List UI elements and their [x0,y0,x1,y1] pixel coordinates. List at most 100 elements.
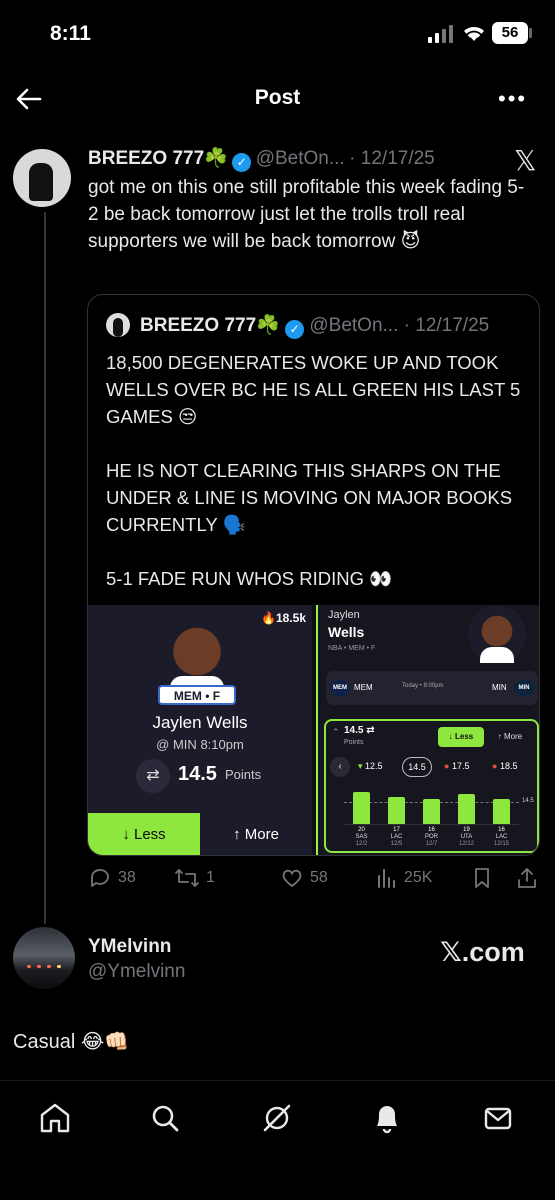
player-first-name: Jaylen [328,609,360,621]
more-options-button[interactable]: ••• [498,86,530,111]
thread-connector [44,212,46,924]
quote-avatar [106,313,130,337]
post-header: BREEZO 777☘️ ✓ @BetOn... · 12/17/25 [88,146,435,172]
view-count: 25K [404,869,433,886]
pick-card-left: 🔥18.5k MEM • F Jaylen Wells @ MIN 8:10pm… [88,605,312,855]
team-logo-mem: MEM [330,680,350,696]
selected-line-chip: 14.5 [402,757,432,777]
quoted-post[interactable]: BREEZO 777☘️ ✓ @BetOn... · 12/17/25 18,5… [87,294,540,856]
quote-handle: @BetOn... [309,315,399,336]
team-b: MIN [492,683,507,692]
prop-detail-panel: ⌃ 14.5 ⇄ Points ↓ Less ↑ More ‹ ▾ 12.5 1… [324,719,539,853]
player-photo [468,605,526,663]
quote-date: · 12/17/25 [403,315,490,336]
recent-games-chart: 14.5 [344,787,534,825]
search-icon[interactable] [147,1100,183,1136]
share-icon[interactable] [516,866,538,890]
author-name[interactable]: BREEZO 777☘️ [88,148,228,169]
post-date: · 12/17/25 [349,148,435,169]
reply-count: 38 [118,869,136,886]
pick-count: 🔥18.5k [261,611,306,625]
verified-badge-icon: ✓ [285,320,305,339]
less-button: ↓ Less [88,813,200,855]
quote-paragraph: HE IS NOT CLEARING THIS SHARPS ON THE UN… [106,460,513,535]
quote-paragraph: 5-1 FADE RUN WHOS RIDING 👀 [106,568,393,589]
grok-icon[interactable] [259,1100,295,1136]
game-time: 8:10pm [200,737,244,752]
repost-count: 1 [206,869,215,886]
matchup: @ MIN 8:10pm [88,737,312,752]
game-bar-label: 16 POR 12/7 [424,827,438,847]
views-action[interactable]: 25K [376,866,432,890]
like-action[interactable]: 58 [280,866,328,890]
quote-paragraph: 18,500 DEGENERATES WOKE UP AND TOOK WELL… [106,352,521,427]
notifications-bell-icon[interactable] [369,1100,405,1136]
reply-action[interactable]: 38 [88,866,136,890]
game-bar [493,798,510,824]
post-actions: 38 1 58 25K [88,866,538,896]
verified-badge-icon: ✓ [232,153,252,172]
game-row: MEM MEM Today • 8:00pm MIN MIN [326,671,538,705]
source-link[interactable]: 𝕏.com [440,937,525,968]
alt-line-chip: ● 18.5 [492,761,518,771]
game-bar-label: 16 LAC 12/15 [493,827,509,847]
like-count: 58 [310,869,328,886]
repost-action[interactable]: 1 [174,866,215,890]
reply-author-handle[interactable]: @Ymelvinn [88,961,185,983]
status-bar: 8:11 56 [0,0,555,70]
less-button: ↓ Less [438,727,484,747]
battery-cap [529,28,532,38]
repost-icon [175,869,199,887]
prop-line: 14.5 ⇄ [344,725,375,736]
game-time: Today • 8:00pm [402,683,444,689]
prop-line: 14.5 [178,763,217,785]
recent-games-labels: 20 SAS 12/2 17 LAC 12/5 16 POR 12/7 19 UTA 12/12 16 L… [344,827,519,853]
battery-indicator: 56 [492,22,528,44]
bet-screenshot-image: 🔥18.5k MEM • F Jaylen Wells @ MIN 8:10pm… [88,605,539,855]
x-logo-icon: 𝕏 [514,144,537,177]
post-text: got me on this one still profitable this… [88,177,525,252]
views-icon [378,869,395,888]
wifi-icon [464,26,484,41]
messages-icon[interactable] [480,1100,516,1136]
page-title: Post [254,86,301,109]
status-time: 8:11 [50,22,91,45]
player-name: Jaylen Wells [152,713,248,732]
player-meta: NBA • MEM • F [328,645,376,652]
home-icon[interactable] [37,1100,73,1136]
pick-card-right: Jaylen Wells NBA • MEM • F MEM MEM Today… [316,605,539,855]
quote-text: 18,500 DEGENERATES WOKE UP AND TOOK WELL… [106,349,526,592]
alt-line-chip: ● 17.5 [444,761,470,771]
game-bar-label: 19 UTA 12/12 [458,827,474,847]
more-button: ↑ More [200,813,312,855]
author-handle[interactable]: @BetOn... [256,148,345,169]
game-bar [388,797,405,824]
scroll-left-icon: ‹ [330,757,350,777]
alt-line-chip: ▾ 12.5 [358,761,383,771]
team-logo-min: MIN [514,680,534,696]
matchup-opponent: @ MIN [156,737,197,752]
game-bar [353,792,370,824]
quote-author-name: BREEZO 777☘️ [140,315,280,336]
reference-line-label: 14.5 [522,798,534,805]
avatar[interactable] [13,927,75,989]
game-bar-label: 17 LAC 12/5 [390,827,403,847]
reply-icon [91,869,109,887]
prop-stat: Points [344,739,364,746]
player-last-name: Wells [328,624,365,640]
reply-author-name[interactable]: YMelvinn [88,936,171,958]
more-button: ↑ More [497,732,523,741]
quote-header: BREEZO 777☘️ ✓ @BetOn... · 12/17/25 [140,313,489,339]
game-bar-label: 20 SAS 12/2 [355,827,368,847]
prop-stat: Points [225,767,262,782]
collapse-icon: ⌃ [332,727,340,737]
bottom-tab-bar [0,1080,555,1200]
game-bar [423,798,440,824]
heart-icon [282,869,302,888]
avatar[interactable] [13,149,71,207]
game-bar [458,793,475,824]
cellular-signal-icon [428,25,456,43]
swap-icon: ⇄ [136,759,170,793]
bookmark-icon[interactable] [472,866,492,890]
reply-text: Casual 😂👊🏻 [13,1031,130,1053]
